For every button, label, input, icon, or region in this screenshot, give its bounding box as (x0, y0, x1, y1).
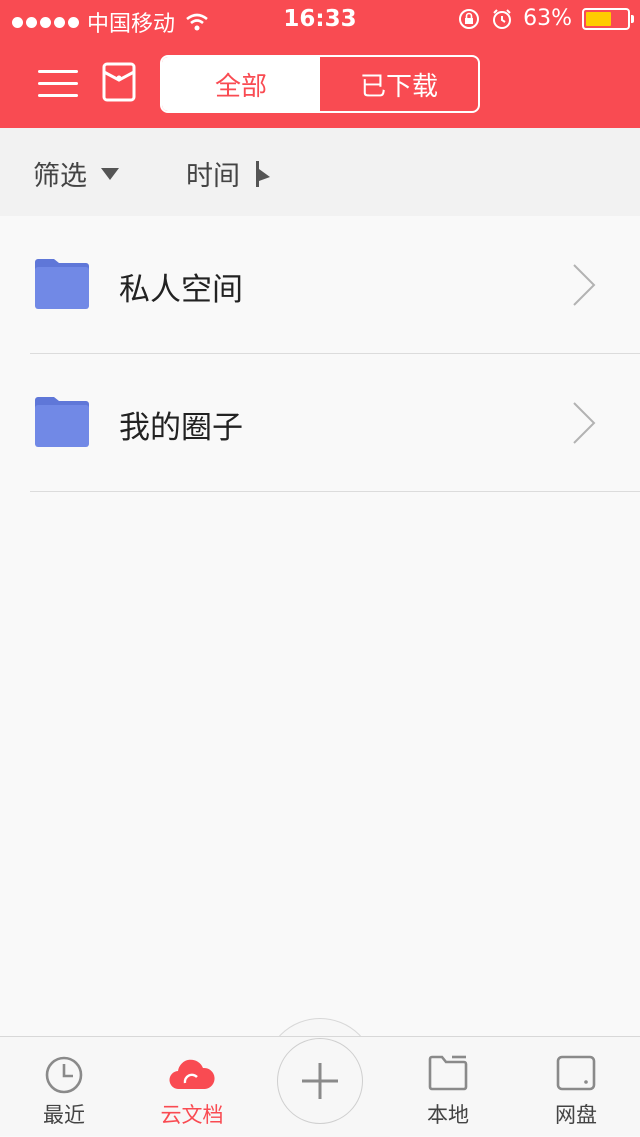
envelope-icon (102, 62, 136, 102)
cloud-icon (169, 1059, 215, 1090)
tab-all[interactable]: 全部 (162, 57, 320, 111)
tab-recent[interactable]: 最近 (0, 1037, 128, 1137)
list-item-private-space[interactable]: 私人空间 (0, 216, 640, 354)
tab-local[interactable]: 本地 (384, 1037, 512, 1137)
alarm-icon (493, 8, 512, 29)
battery-percent: 63% (523, 6, 572, 31)
status-bar: 中国移动 16:33 63% (0, 0, 640, 40)
tab-net-disk[interactable]: 网盘 (512, 1037, 640, 1137)
view-segmented-control: 全部 已下载 (160, 55, 480, 113)
chevron-right-icon (573, 264, 596, 306)
tab-label: 网盘 (555, 1103, 597, 1127)
folder-icon (35, 259, 89, 309)
tab-label: 云文档 (160, 1103, 224, 1127)
sort-label: 时间 (186, 161, 240, 192)
filter-label: 筛选 (33, 161, 87, 192)
rotation-lock-icon (459, 8, 480, 29)
list-item-my-circle[interactable]: 我的圈子 (0, 354, 640, 492)
status-right: 63% (457, 6, 634, 31)
plus-icon (302, 1063, 338, 1099)
folder-name: 私人空间 (119, 272, 243, 308)
tab-cloud-docs[interactable]: 云文档 (128, 1037, 256, 1137)
add-button[interactable] (277, 1038, 363, 1124)
envelope-button[interactable] (102, 62, 136, 102)
clock-icon (45, 1056, 83, 1094)
divider (30, 491, 640, 492)
folder-icon (35, 397, 89, 447)
menu-button[interactable] (38, 68, 78, 100)
drive-icon (556, 1055, 596, 1091)
folder-list: 私人空间 我的圈子 (0, 216, 640, 492)
tab-label: 最近 (43, 1103, 85, 1127)
tab-downloaded[interactable]: 已下载 (320, 57, 478, 111)
filter-dropdown[interactable]: 筛选 (33, 154, 119, 193)
tab-label: 本地 (427, 1103, 469, 1127)
triangle-down-icon (101, 167, 119, 180)
filter-bar: 筛选 时间 (0, 128, 640, 216)
app-header: 中国移动 16:33 63% 全部 已下载 (0, 0, 640, 128)
chevron-right-icon (573, 402, 596, 444)
folder-outline-icon (428, 1055, 468, 1091)
folder-name: 我的圈子 (119, 410, 243, 446)
battery-icon (582, 7, 634, 30)
sort-by-time-button[interactable]: 时间 (186, 154, 270, 193)
sort-order-icon (256, 160, 270, 187)
